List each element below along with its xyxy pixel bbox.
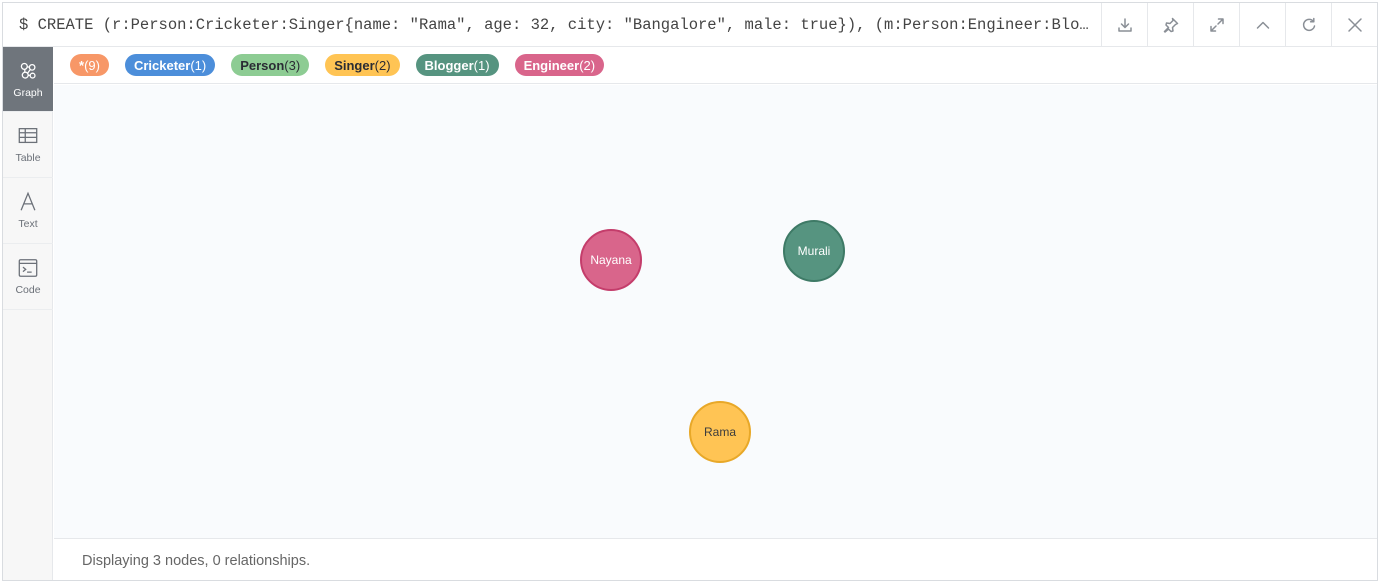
view-sidebar: Graph Table Text Code	[3, 47, 53, 580]
label-count: (1)	[473, 57, 490, 73]
rerun-icon	[1302, 17, 1315, 32]
status-text: Displaying 3 nodes, 0 relationships.	[82, 553, 311, 569]
pin-button[interactable]	[1147, 3, 1193, 47]
graph-canvas[interactable]: Nayana Murali Rama	[54, 85, 1377, 538]
header-toolbar	[1101, 3, 1377, 47]
status-bar: Displaying 3 nodes, 0 relationships.	[54, 538, 1377, 580]
sidebar-item-text[interactable]: Text	[3, 178, 53, 244]
sidebar-item-code[interactable]: Code	[3, 244, 53, 310]
label-bar: * (9) Cricketer (1) Person (3) Singer (2) Bl…	[54, 47, 1377, 84]
download-button[interactable]	[1101, 3, 1147, 47]
code-icon	[18, 259, 38, 277]
label-name: Engineer	[523, 57, 580, 73]
label-count: (1)	[190, 57, 207, 73]
label-name: Blogger	[424, 57, 474, 73]
table-icon	[18, 128, 38, 144]
label-count: (3)	[284, 57, 301, 73]
frame-header: $ CREATE (r:Person:Cricketer:Singer{name…	[3, 3, 1377, 47]
sidebar-item-table[interactable]: Table	[3, 112, 53, 178]
pin-icon	[1163, 17, 1178, 33]
close-icon	[1347, 18, 1362, 32]
collapse-up-icon	[1256, 21, 1269, 29]
sidebar-item-label: Text	[18, 218, 38, 230]
query-text[interactable]: $ CREATE (r:Person:Cricketer:Singer{name…	[19, 3, 1095, 47]
label-count: (9)	[84, 57, 100, 73]
label-pill-blogger[interactable]: Blogger (1)	[415, 54, 499, 76]
graph-node-rama[interactable]: Rama	[689, 401, 751, 463]
node-caption: Rama	[703, 425, 736, 439]
sidebar-item-graph[interactable]: Graph	[3, 47, 53, 112]
sidebar-item-label: Table	[15, 152, 41, 164]
sidebar-item-label: Graph	[13, 86, 43, 99]
graph-icon	[20, 62, 36, 79]
graph-node-murali[interactable]: Murali	[783, 220, 845, 282]
download-icon	[1117, 18, 1132, 32]
label-pill-all[interactable]: * (9)	[70, 54, 109, 76]
result-frame: $ CREATE (r:Person:Cricketer:Singer{name…	[2, 2, 1378, 581]
graph-node-nayana[interactable]: Nayana	[580, 229, 642, 291]
label-pill-cricketer[interactable]: Cricketer (1)	[124, 54, 216, 76]
node-caption: Nayana	[590, 253, 632, 267]
label-name: Cricketer	[133, 57, 191, 73]
expand-icon	[1209, 18, 1224, 32]
sidebar-item-label: Code	[15, 284, 41, 296]
label-name: Person	[240, 57, 285, 73]
text-icon	[20, 191, 36, 211]
label-count: (2)	[579, 57, 596, 73]
close-button[interactable]	[1331, 3, 1377, 47]
label-count: (2)	[374, 57, 391, 73]
label-pill-person[interactable]: Person (3)	[231, 54, 310, 76]
collapse-button[interactable]	[1239, 3, 1285, 47]
label-name: Singer	[334, 57, 375, 73]
fullscreen-button[interactable]	[1193, 3, 1239, 47]
label-pill-singer[interactable]: Singer (2)	[325, 54, 400, 76]
rerun-button[interactable]	[1285, 3, 1331, 47]
node-caption: Murali	[797, 244, 831, 258]
label-pill-engineer[interactable]: Engineer (2)	[514, 54, 605, 76]
